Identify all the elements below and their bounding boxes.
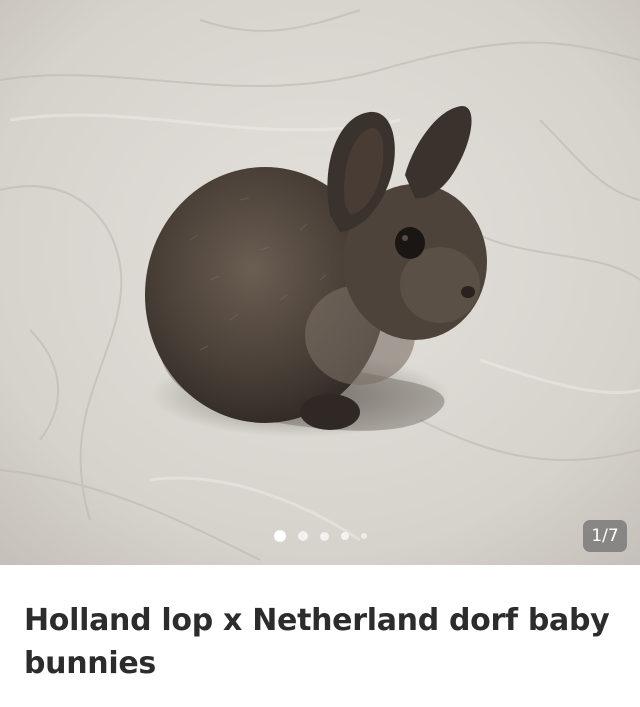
photo-pagination-dots — [0, 530, 640, 542]
listing-title: Holland lop x Netherland dorf baby bunni… — [24, 603, 610, 681]
listing-photo[interactable] — [0, 0, 640, 565]
pagination-dot[interactable] — [340, 532, 349, 540]
pagination-dot[interactable] — [360, 533, 367, 539]
pagination-dot-active[interactable] — [273, 530, 286, 542]
photo-gallery[interactable]: 1/7 — [0, 0, 640, 565]
pagination-dot[interactable] — [297, 531, 308, 541]
pagination-dot[interactable] — [319, 531, 329, 541]
photo-counter-badge: 1/7 — [583, 520, 627, 552]
